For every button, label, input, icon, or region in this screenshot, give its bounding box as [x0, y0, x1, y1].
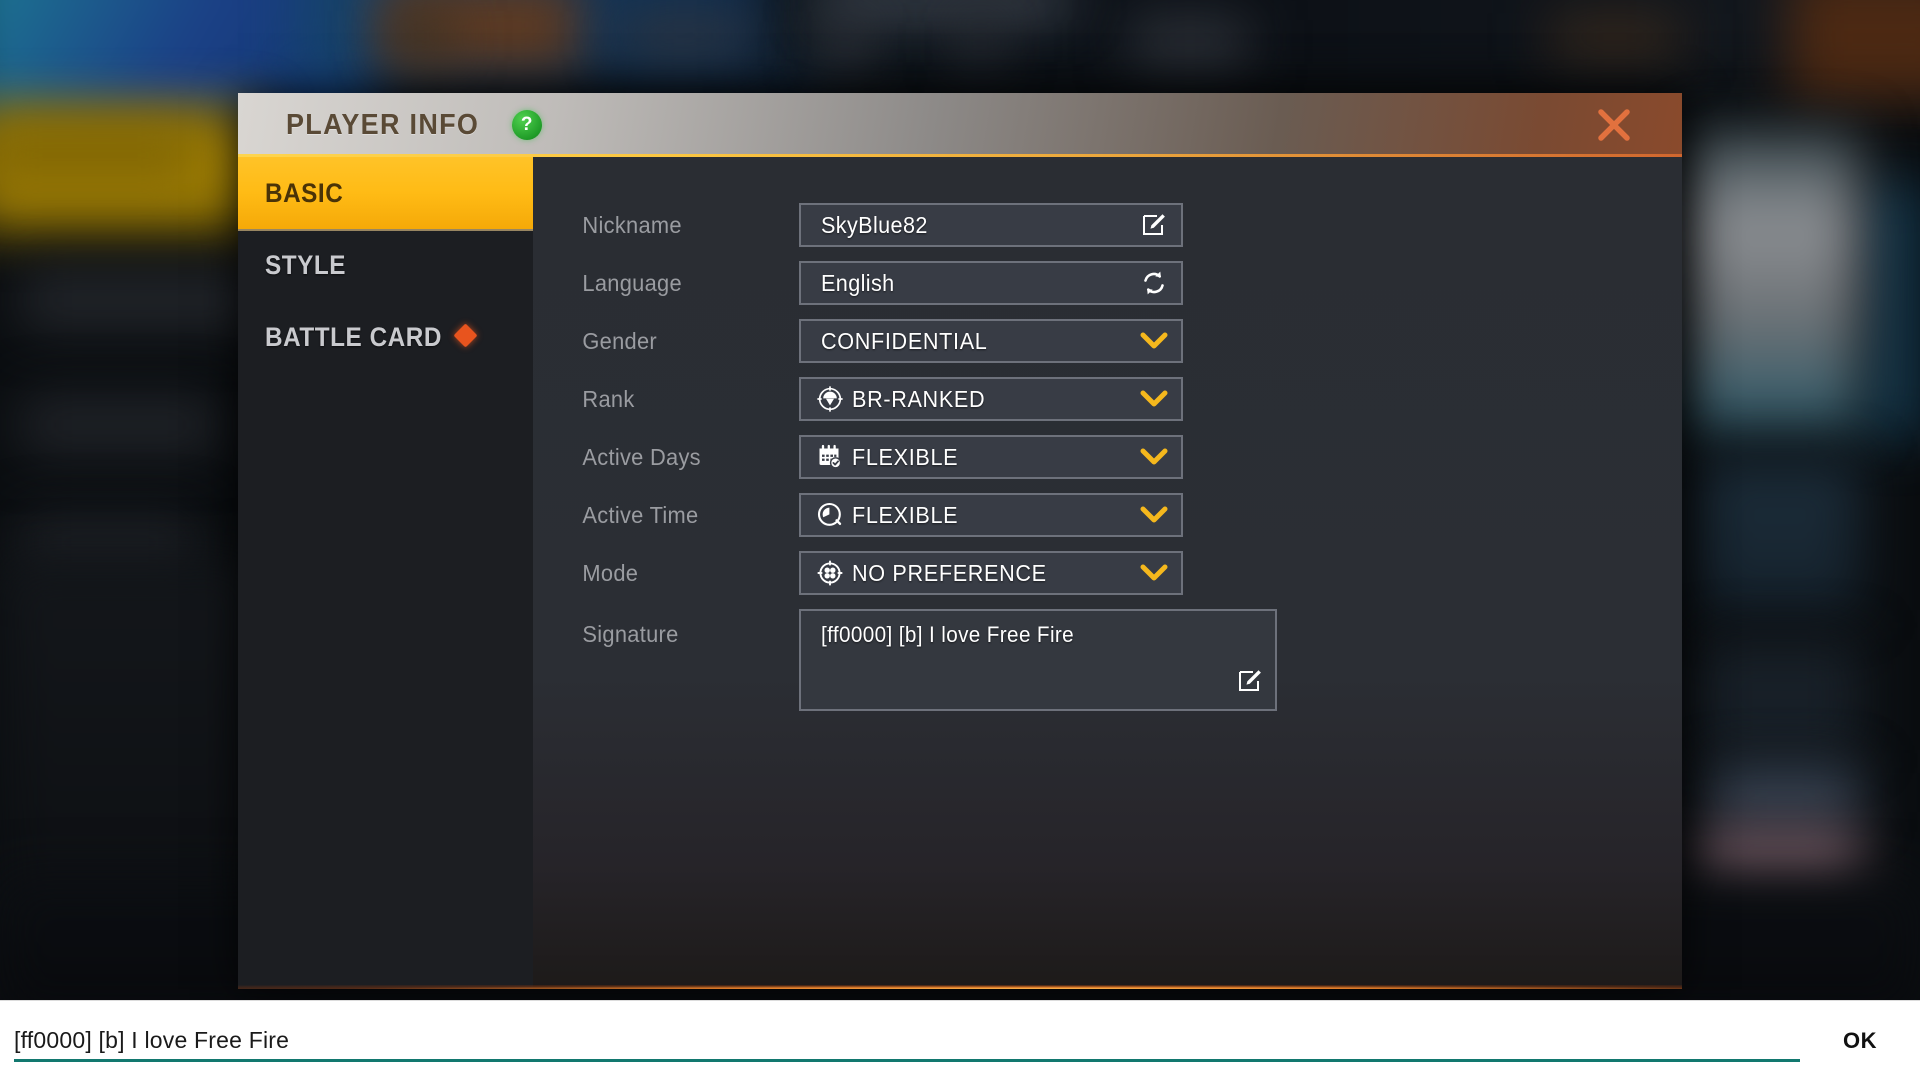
field-label: Active Time: [582, 501, 699, 528]
bg-shape-icon-2: [620, 10, 750, 60]
parachute-rank-icon: [817, 386, 843, 412]
sidebar-item-battle-card[interactable]: BATTLE CARD: [238, 301, 533, 373]
signature-textarea[interactable]: [ff0000] [b] I love Free Fire: [799, 609, 1277, 711]
help-question-icon[interactable]: ?: [511, 110, 542, 140]
bg-shape-right-card-2: [1700, 460, 1860, 610]
sidebar-item-label: BASIC: [265, 177, 344, 208]
field-label: Active Days: [582, 443, 701, 470]
chevron-down-icon[interactable]: [1137, 388, 1171, 410]
gender-dropdown[interactable]: CONFIDENTIAL: [799, 319, 1183, 363]
field-value: FLEXIBLE: [852, 501, 959, 528]
close-icon[interactable]: [1592, 103, 1636, 147]
bg-shape-yellow-banner-inner: [0, 125, 200, 185]
bg-shape-right-card-4: [1710, 770, 1860, 815]
field-label: Gender: [582, 327, 657, 354]
field-row-active-days: Active Days FLEXIBLE: [533, 435, 1682, 479]
field-label: Mode: [582, 559, 639, 586]
dialog-body: BASIC STYLE BATTLE CARD Nickname SkyBlue…: [238, 157, 1682, 989]
text-input-bar: [ff0000] [b] I love Free Fire OK: [0, 1000, 1920, 1080]
bg-shape-menu-tile-1: [20, 270, 260, 330]
refresh-sync-icon[interactable]: [1137, 269, 1171, 297]
field-row-nickname: Nickname SkyBlue82: [533, 203, 1682, 247]
bg-shape-right-card-3: [1700, 640, 1860, 750]
player-info-dialog: PLAYER INFO ? BASIC STYLE BATTLE CARD Ni…: [238, 93, 1682, 989]
squad-mode-icon: [817, 560, 843, 586]
bg-shape-right-card-1: [1690, 130, 1860, 430]
sidebar-item-style[interactable]: STYLE: [238, 229, 533, 301]
edit-pencil-icon[interactable]: [1137, 212, 1171, 238]
bg-shape-icon-6: [1550, 12, 1680, 62]
form-content: Nickname SkyBlue82 Language English Gend…: [533, 157, 1682, 989]
field-row-mode: Mode NO PREFERENCE: [533, 551, 1682, 595]
sidebar-tabs: BASIC STYLE BATTLE CARD: [238, 157, 533, 989]
field-row-rank: Rank BR-RANKED: [533, 377, 1682, 421]
bg-shape-icon-1: [390, 10, 450, 62]
sidebar-item-label: BATTLE CARD: [265, 321, 442, 352]
mode-dropdown[interactable]: NO PREFERENCE: [799, 551, 1183, 595]
input-underline: [14, 1058, 1800, 1062]
active-time-dropdown[interactable]: FLEXIBLE: [799, 493, 1183, 537]
field-row-gender: Gender CONFIDENTIAL: [533, 319, 1682, 363]
dialog-header: PLAYER INFO ?: [238, 93, 1682, 157]
field-value: BR-RANKED: [852, 385, 986, 412]
field-row-language: Language English: [533, 261, 1682, 305]
bg-shape-highlight-band: [820, 0, 1070, 12]
signature-text-input[interactable]: [ff0000] [b] I love Free Fire: [14, 1027, 289, 1054]
field-label: Nickname: [582, 211, 682, 238]
sidebar-item-basic[interactable]: BASIC: [238, 157, 533, 231]
bg-shape-icon-4: [960, 20, 1000, 65]
ok-button[interactable]: OK: [1800, 1028, 1920, 1054]
field-label: Signature: [582, 621, 679, 647]
field-value: FLEXIBLE: [852, 443, 959, 470]
field-value: SkyBlue82: [821, 211, 928, 238]
edit-pencil-icon[interactable]: [1237, 668, 1263, 699]
chevron-down-icon[interactable]: [1137, 504, 1171, 526]
field-value: NO PREFERENCE: [852, 559, 1047, 586]
field-row-signature: Signature [ff0000] [b] I love Free Fire: [533, 609, 1682, 711]
field-value: English: [821, 269, 895, 296]
chevron-down-icon[interactable]: [1137, 330, 1171, 352]
nickname-input[interactable]: SkyBlue82: [799, 203, 1183, 247]
bg-shape-right-card-5: [1700, 830, 1860, 880]
language-selector[interactable]: English: [799, 261, 1183, 305]
calendar-check-icon: [817, 444, 843, 470]
notification-diamond-icon: [453, 323, 478, 348]
sidebar-item-label: STYLE: [265, 249, 347, 280]
active-days-dropdown[interactable]: FLEXIBLE: [799, 435, 1183, 479]
chevron-down-icon[interactable]: [1137, 562, 1171, 584]
field-row-active-time: Active Time FLEXIBLE: [533, 493, 1682, 537]
clock-icon: [817, 502, 843, 528]
ime-input-wrapper[interactable]: [ff0000] [b] I love Free Fire: [14, 1014, 1800, 1068]
rank-dropdown[interactable]: BR-RANKED: [799, 377, 1183, 421]
field-label: Rank: [582, 385, 635, 412]
bg-shape-menu-tile-2: [20, 395, 220, 455]
page-title: PLAYER INFO: [286, 108, 480, 141]
bg-shape-top-bar: [760, 0, 1920, 80]
bg-shape-right-teal: [1860, 180, 1920, 440]
chevron-down-icon[interactable]: [1137, 446, 1171, 468]
field-value: CONFIDENTIAL: [821, 327, 988, 354]
field-value: [ff0000] [b] I love Free Fire: [821, 622, 1075, 647]
field-label: Language: [582, 269, 682, 296]
bg-shape-icon-3: [820, 20, 870, 68]
bg-shape-glow-right: [1790, 0, 1920, 100]
bg-shape-icon-5: [1130, 18, 1250, 66]
